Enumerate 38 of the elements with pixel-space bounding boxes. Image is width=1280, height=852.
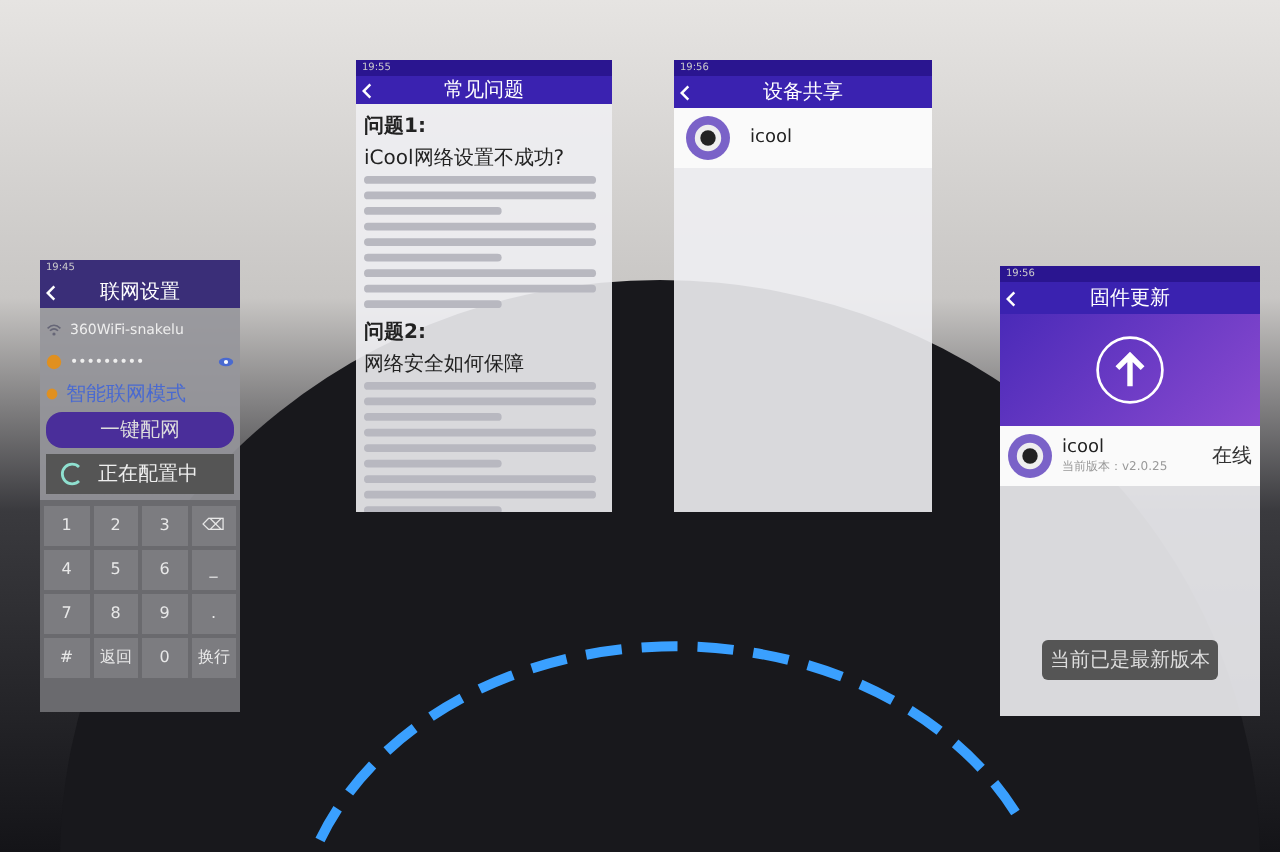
question-heading: 问题1: <box>364 113 428 140</box>
keyboard-key[interactable]: 5 <box>93 550 138 590</box>
back-icon[interactable] <box>46 283 56 301</box>
device-name: icool <box>1062 437 1106 457</box>
keyboard-key[interactable]: 3 <box>142 506 187 546</box>
status-text: 在线 <box>1212 443 1252 470</box>
dialog-text: 正在配置中 <box>98 461 198 488</box>
keyboard-key[interactable]: 返回 <box>93 638 138 678</box>
keyboard-key[interactable]: 4 <box>44 550 89 590</box>
keyboard-key[interactable]: . <box>191 594 236 634</box>
keyboard-key[interactable]: 0 <box>142 638 187 678</box>
device-row[interactable]: icool <box>674 108 932 168</box>
keyboard-key[interactable]: 7 <box>44 594 89 634</box>
screen-title: 设备共享 <box>761 79 845 106</box>
keyboard-key[interactable]: 8 <box>93 594 138 634</box>
keyboard-key[interactable]: 9 <box>142 594 187 634</box>
question-text: iCool网络设置不成功? <box>364 145 567 172</box>
keyboard-key[interactable]: 2 <box>93 506 138 546</box>
keyboard-key[interactable]: # <box>44 638 89 678</box>
keyboard-key[interactable]: _ <box>191 550 236 590</box>
camera-icon <box>1008 434 1052 478</box>
back-icon[interactable] <box>680 83 690 101</box>
back-icon[interactable] <box>1006 289 1016 307</box>
toast-message: 当前已是最新版本 <box>1042 640 1218 680</box>
keyboard-key[interactable]: 换行 <box>191 638 236 678</box>
screen-title: 联网设置 <box>98 279 182 306</box>
question-text: 网络安全如何保障 <box>364 351 526 378</box>
screen-title: 常见问题 <box>442 77 526 104</box>
question-heading: 问题2: <box>364 319 428 346</box>
keyboard-key[interactable]: ⌫ <box>191 506 236 546</box>
keyboard-key[interactable]: 1 <box>44 506 89 546</box>
eye-icon[interactable] <box>218 353 234 369</box>
back-icon[interactable] <box>362 81 372 99</box>
camera-icon <box>686 116 730 160</box>
wifi-icon <box>46 321 62 337</box>
connect-button[interactable]: 一键配网 <box>46 412 234 448</box>
keyboard-key[interactable]: 6 <box>142 550 187 590</box>
screen-title: 固件更新 <box>1088 285 1172 312</box>
